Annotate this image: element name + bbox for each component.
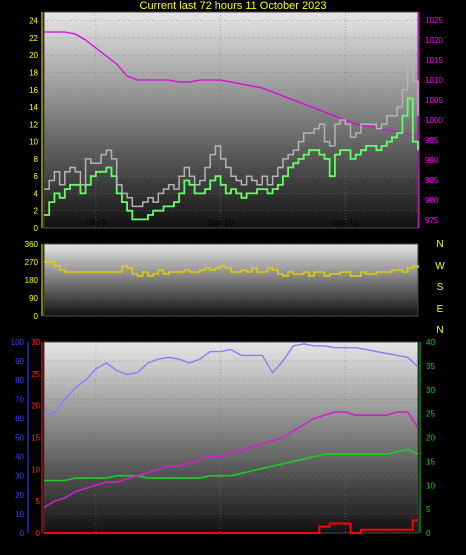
plot-area (43, 11, 419, 229)
red-tick-label: 25 (31, 370, 40, 379)
blue-tick-label: 30 (15, 472, 24, 481)
green-tick-label: 25 (426, 410, 435, 419)
x-tick-label: Day 9 (85, 218, 106, 227)
temperature-pressure-panel: 0246810121416182022249759809859909951000… (29, 11, 443, 233)
left-tick-label: 24 (29, 17, 38, 26)
blue-tick-label: 90 (15, 357, 24, 366)
right-tick-label: 1015 (425, 56, 443, 65)
right-tick-label: 980 (425, 196, 439, 205)
red-tick-label: 20 (31, 402, 40, 411)
blue-tick-label: 10 (15, 510, 24, 519)
wind-direction-panel: 090180270360 NWSEN (25, 239, 446, 336)
green-tick-label: 10 (426, 481, 435, 490)
green-tick-label: 40 (426, 338, 435, 347)
left-tick-label: 90 (29, 294, 38, 303)
left-tick-label: 10 (29, 138, 38, 147)
compass-label: E (437, 304, 444, 315)
left-tick-label: 16 (29, 86, 38, 95)
green-tick-label: 30 (426, 386, 435, 395)
right-tick-label: 975 (425, 216, 439, 225)
compass-label: N (436, 239, 443, 250)
left-tick-label: 180 (25, 276, 39, 285)
right-tick-label: 985 (425, 176, 439, 185)
left-tick-label: 18 (29, 68, 38, 77)
right-tick-label: 1020 (425, 36, 443, 45)
solar-humidity-rain-panel: 0 10 20 30 40 50 60 70 80 90 100 0 5 10 15 20 25 30 0 5 10 15… (11, 338, 436, 545)
right-tick-label: 1010 (425, 76, 443, 85)
right-tick-label: 1000 (425, 116, 443, 125)
blue-tick-label: 0 (20, 529, 25, 538)
left-tick-label: 0 (34, 312, 39, 321)
red-tick-label: 15 (31, 434, 40, 443)
left-tick-label: 14 (29, 103, 38, 112)
left-tick-label: 0 (34, 224, 39, 233)
left-tick-label: 2 (34, 207, 39, 216)
x-tick-label: Day 10 (208, 218, 234, 227)
compass-label: N (436, 325, 443, 336)
red-tick-label: 30 (31, 338, 40, 347)
left-tick-label: 8 (34, 155, 39, 164)
blue-tick-label: 20 (15, 491, 24, 500)
green-tick-label: 0 (426, 529, 431, 538)
right-tick-label: 1005 (425, 96, 443, 105)
right-tick-label: 1025 (425, 16, 443, 25)
compass-label: S (437, 282, 444, 293)
green-tick-label: 5 (426, 505, 431, 514)
left-tick-label: 22 (29, 34, 38, 43)
right-tick-label: 995 (425, 136, 439, 145)
green-tick-label: 20 (426, 434, 435, 443)
green-tick-label: 15 (426, 457, 435, 466)
blue-tick-label: 100 (11, 338, 25, 347)
compass-label: W (435, 261, 445, 272)
x-tick-label: Day 10 (208, 536, 234, 545)
red-tick-label: 10 (31, 465, 40, 474)
blue-tick-label: 70 (15, 395, 24, 404)
left-tick-label: 270 (25, 258, 39, 267)
blue-tick-label: 50 (15, 434, 24, 443)
left-tick-label: 4 (34, 189, 39, 198)
x-tick-label: Day 9 (85, 536, 106, 545)
green-tick-label: 35 (426, 362, 435, 371)
left-tick-label: 12 (29, 120, 38, 129)
weather-charts: 0246810121416182022249759809859909951000… (11, 11, 446, 545)
blue-tick-label: 80 (15, 376, 24, 385)
red-tick-label: 5 (36, 497, 41, 506)
left-tick-label: 20 (29, 51, 38, 60)
red-tick-label: 0 (36, 529, 41, 538)
left-tick-label: 6 (34, 172, 39, 181)
blue-tick-label: 60 (15, 414, 24, 423)
x-tick-label: Day 11 (333, 536, 358, 545)
blue-tick-label: 40 (15, 453, 24, 462)
x-tick-label: Day 11 (333, 218, 358, 227)
left-tick-label: 360 (25, 240, 39, 249)
right-tick-label: 990 (425, 156, 439, 165)
